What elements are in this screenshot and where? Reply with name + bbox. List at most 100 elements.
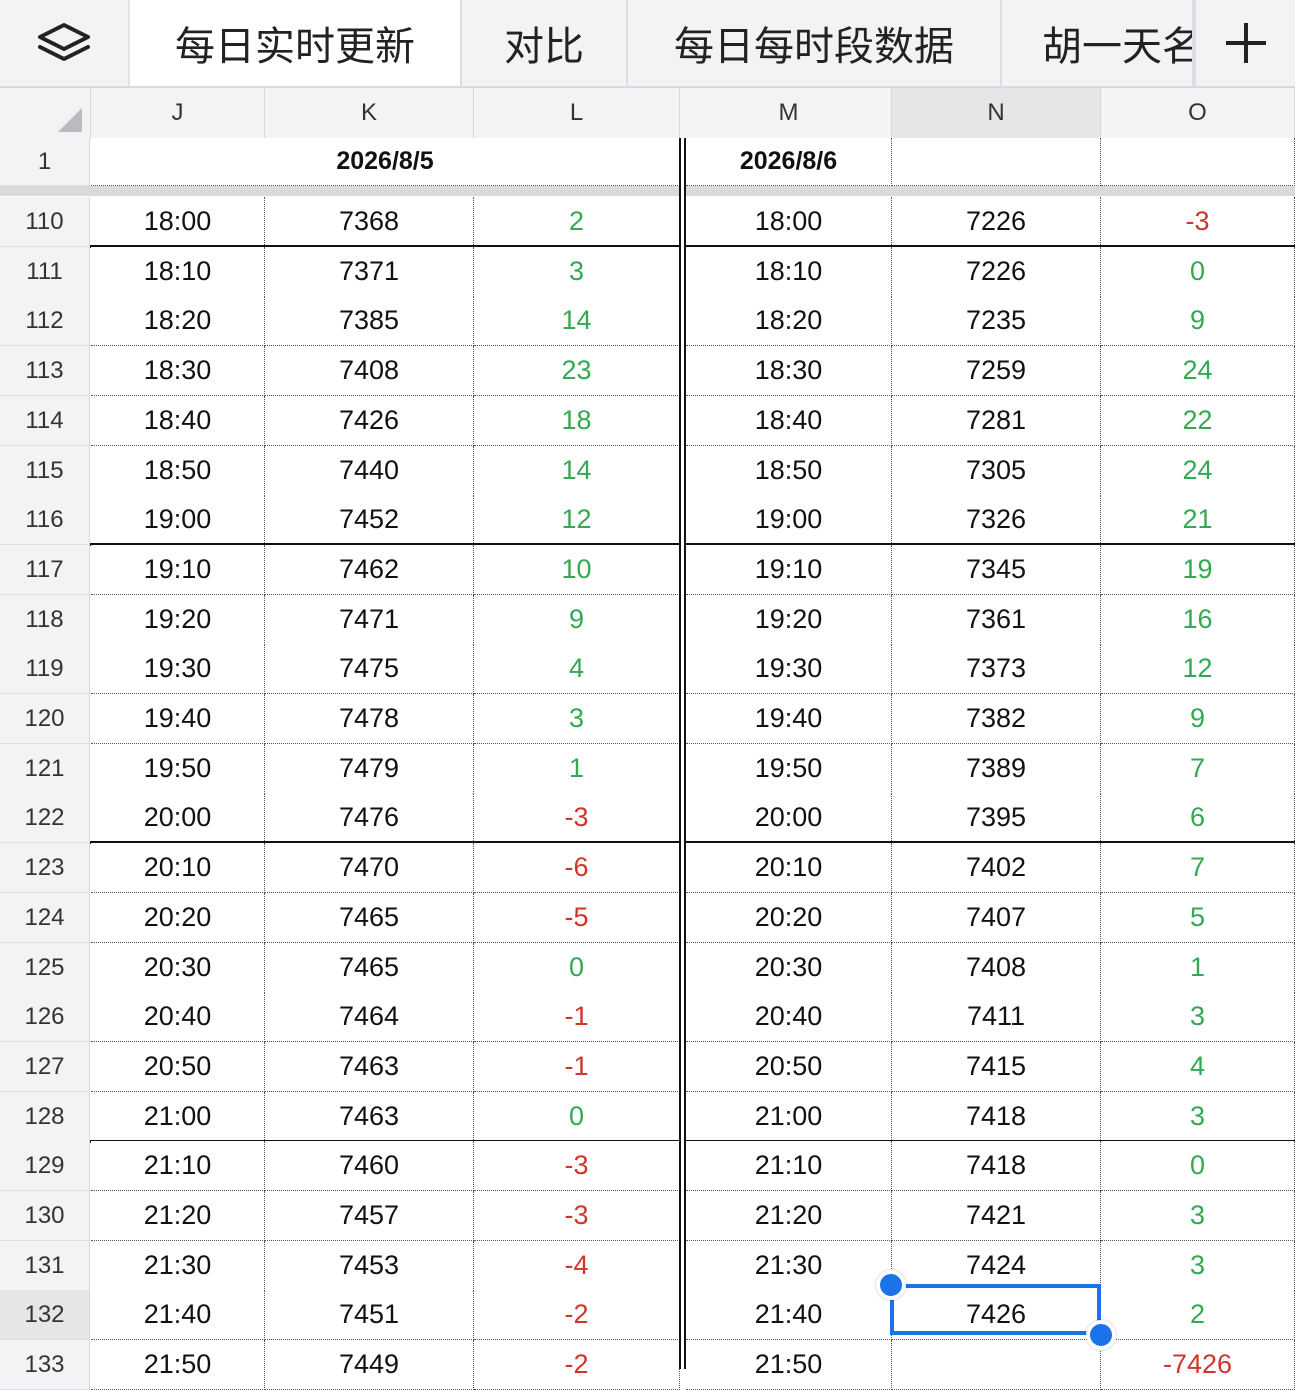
row-number[interactable]: 121	[0, 744, 90, 794]
selection-end-handle[interactable]	[1086, 1320, 1116, 1350]
time-cell[interactable]: 21:40	[91, 1290, 265, 1340]
time-cell[interactable]: 20:00	[686, 793, 892, 843]
row-number[interactable]: 132	[0, 1290, 90, 1340]
row-number[interactable]: 129	[0, 1141, 90, 1191]
delta-cell[interactable]: 5	[1101, 893, 1295, 943]
time-cell[interactable]: 20:20	[91, 893, 265, 943]
time-cell[interactable]: 21:00	[91, 1092, 265, 1142]
count-cell[interactable]: 7389	[892, 744, 1101, 794]
count-cell[interactable]: 7452	[265, 495, 474, 545]
time-cell[interactable]: 19:00	[91, 495, 265, 545]
count-cell[interactable]: 7382	[892, 694, 1101, 744]
time-cell[interactable]: 19:10	[91, 545, 265, 595]
count-cell[interactable]: 7463	[265, 1092, 474, 1142]
time-cell[interactable]: 18:50	[91, 446, 265, 496]
count-cell[interactable]: 7457	[265, 1191, 474, 1241]
count-cell[interactable]: 7470	[265, 843, 474, 893]
delta-cell[interactable]: 16	[1101, 595, 1295, 645]
delta-cell[interactable]: -6	[474, 843, 680, 893]
time-cell[interactable]: 21:40	[686, 1290, 892, 1340]
time-cell[interactable]: 19:20	[686, 595, 892, 645]
delta-cell[interactable]: -5	[474, 893, 680, 943]
delta-cell[interactable]: -3	[474, 1191, 680, 1241]
count-cell[interactable]: 7475	[265, 644, 474, 694]
delta-cell[interactable]: 10	[474, 545, 680, 595]
count-cell[interactable]: 7371	[265, 247, 474, 297]
delta-cell[interactable]: 3	[1101, 992, 1295, 1042]
time-cell[interactable]: 18:10	[686, 247, 892, 297]
time-cell[interactable]: 20:40	[686, 992, 892, 1042]
count-cell[interactable]: 7305	[892, 446, 1101, 496]
count-cell[interactable]: 7226	[892, 247, 1101, 297]
count-cell[interactable]: 7421	[892, 1191, 1101, 1241]
delta-cell[interactable]: 7	[1101, 843, 1295, 893]
delta-cell[interactable]: 24	[1101, 446, 1295, 496]
delta-cell[interactable]: -1	[474, 1042, 680, 1092]
tab-fourth-sheet[interactable]: 胡一天名	[1002, 0, 1194, 86]
time-cell[interactable]: 21:30	[91, 1241, 265, 1291]
delta-cell[interactable]: 4	[1101, 1042, 1295, 1092]
tab-compare[interactable]: 对比	[462, 0, 628, 86]
delta-cell[interactable]: 3	[1101, 1092, 1295, 1142]
delta-cell[interactable]: 0	[474, 943, 680, 993]
delta-cell[interactable]: 2	[1101, 1290, 1295, 1340]
delta-cell[interactable]: 3	[1101, 1191, 1295, 1241]
count-cell[interactable]: 7465	[265, 943, 474, 993]
time-cell[interactable]: 18:40	[91, 396, 265, 446]
row-number[interactable]: 116	[0, 495, 90, 545]
time-cell[interactable]: 20:50	[686, 1042, 892, 1092]
count-cell[interactable]: 7426	[265, 396, 474, 446]
row-number[interactable]: 127	[0, 1042, 90, 1092]
row-number[interactable]: 115	[0, 446, 90, 496]
delta-cell[interactable]: 1	[1101, 943, 1295, 993]
time-cell[interactable]: 19:50	[91, 744, 265, 794]
time-cell[interactable]: 19:20	[91, 595, 265, 645]
row-number[interactable]: 1	[0, 138, 90, 186]
delta-cell[interactable]: 12	[1101, 644, 1295, 694]
row-number[interactable]: 124	[0, 893, 90, 943]
time-cell[interactable]: 18:40	[686, 396, 892, 446]
count-cell[interactable]: 7368	[265, 197, 474, 247]
delta-cell[interactable]: 22	[1101, 396, 1295, 446]
delta-cell[interactable]: -1	[474, 992, 680, 1042]
count-cell[interactable]: 7418	[892, 1141, 1101, 1191]
time-cell[interactable]: 19:30	[686, 644, 892, 694]
count-cell[interactable]: 7411	[892, 992, 1101, 1042]
row-number[interactable]: 122	[0, 793, 90, 843]
select-all-corner[interactable]	[0, 88, 91, 138]
count-cell[interactable]: 7373	[892, 644, 1101, 694]
time-cell[interactable]: 21:50	[686, 1340, 892, 1390]
delta-cell[interactable]: 23	[474, 346, 680, 396]
count-cell[interactable]: 7326	[892, 495, 1101, 545]
column-header-J[interactable]: J	[91, 88, 265, 138]
count-cell[interactable]: 7476	[265, 793, 474, 843]
time-cell[interactable]: 21:00	[686, 1092, 892, 1142]
count-cell[interactable]: 7453	[265, 1241, 474, 1291]
row-number[interactable]: 131	[0, 1241, 90, 1291]
add-sheet-button[interactable]	[1194, 0, 1295, 86]
selected-cell-N132[interactable]	[890, 1284, 1101, 1335]
time-cell[interactable]: 20:10	[91, 843, 265, 893]
count-cell[interactable]: 7408	[265, 346, 474, 396]
time-cell[interactable]: 19:50	[686, 744, 892, 794]
delta-cell[interactable]: 9	[1101, 694, 1295, 744]
count-cell[interactable]: 7478	[265, 694, 474, 744]
count-cell[interactable]: 7449	[265, 1340, 474, 1390]
row-number[interactable]: 126	[0, 992, 90, 1042]
delta-cell[interactable]: 9	[1101, 296, 1295, 346]
count-cell[interactable]: 7361	[892, 595, 1101, 645]
column-header-K[interactable]: K	[265, 88, 474, 138]
delta-cell[interactable]: 7	[1101, 744, 1295, 794]
count-cell[interactable]: 7395	[892, 793, 1101, 843]
time-cell[interactable]: 20:30	[91, 943, 265, 993]
sheet-menu-button[interactable]	[0, 0, 130, 86]
time-cell[interactable]: 20:30	[686, 943, 892, 993]
delta-cell[interactable]: -2	[474, 1290, 680, 1340]
time-cell[interactable]: 18:00	[91, 197, 265, 247]
time-cell[interactable]: 18:00	[686, 197, 892, 247]
count-cell[interactable]: 7465	[265, 893, 474, 943]
row-number[interactable]: 128	[0, 1092, 90, 1142]
row-number[interactable]: 118	[0, 595, 90, 645]
time-cell[interactable]: 21:10	[686, 1141, 892, 1191]
delta-cell[interactable]: 4	[474, 644, 680, 694]
